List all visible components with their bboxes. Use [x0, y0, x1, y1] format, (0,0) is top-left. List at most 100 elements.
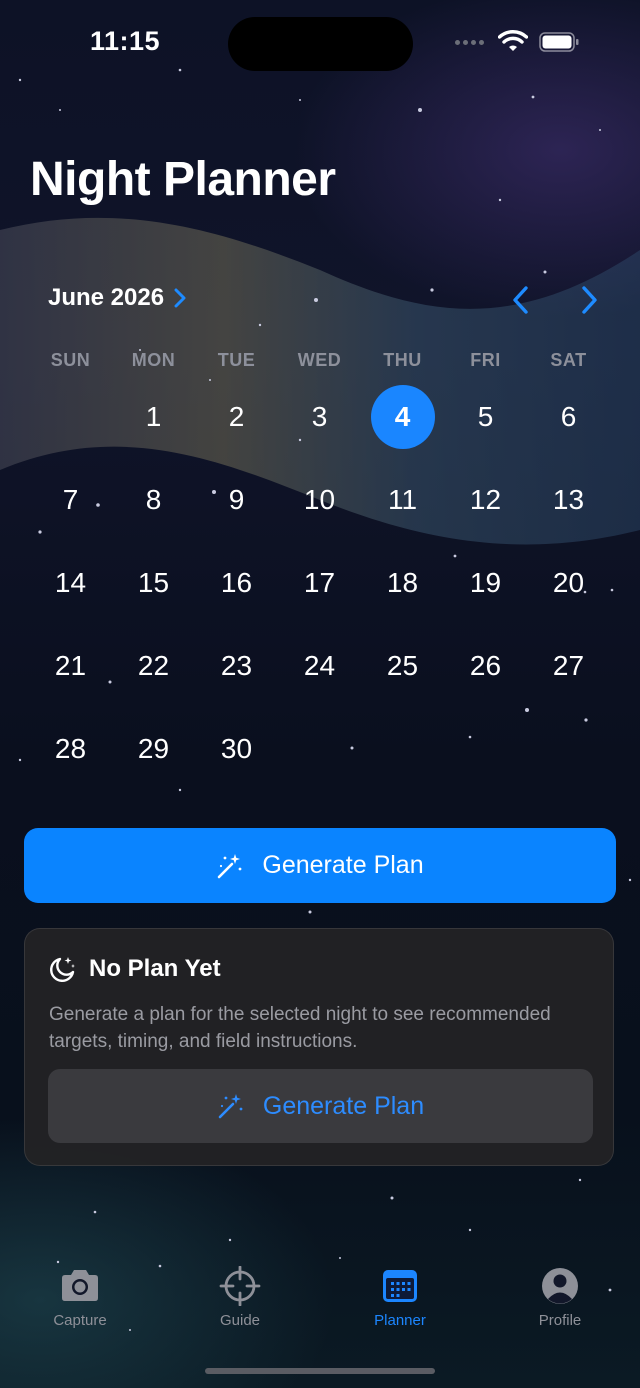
month-label: June 2026 [48, 284, 165, 311]
calendar-day[interactable]: 21 [29, 624, 112, 707]
calendar-day[interactable]: 14 [29, 541, 112, 624]
calendar-day-number: 9 [228, 483, 245, 515]
calendar-day-number: 14 [54, 566, 87, 598]
weekday-label: FRI [470, 350, 501, 370]
calendar-day-number: 29 [137, 732, 170, 764]
card-generate-plan-button[interactable]: Generate Plan [48, 1069, 593, 1143]
calendar-day[interactable]: 25 [361, 624, 444, 707]
calendar-day-number: 10 [303, 483, 336, 515]
calendar-day-number: 24 [303, 649, 336, 681]
calendar-day[interactable]: 16 [195, 541, 278, 624]
calendar-day[interactable]: 3 [278, 375, 361, 458]
calendar-day[interactable]: 26 [444, 624, 527, 707]
tab-label: Guide [219, 1312, 261, 1329]
calendar-day-grid: 1 2 3 4 5 6 7 8 9 10 11 12 13 14 15 16 17 18 19 20 21 22 23 24 2… [29, 375, 611, 790]
calendar-day-number: 22 [137, 649, 170, 681]
calendar-day-number: 27 [552, 649, 585, 681]
calendar-day[interactable]: 1 [112, 375, 195, 458]
calendar-day-number: 2 [228, 400, 245, 432]
calendar-day[interactable]: 29 [112, 707, 195, 790]
calendar-day-number: 20 [552, 566, 585, 598]
status-time: 11:15 [90, 26, 161, 56]
calendar-day-number: 4 [370, 384, 435, 449]
crosshair-icon [219, 1266, 261, 1306]
calendar-day[interactable]: 23 [195, 624, 278, 707]
calendar-day-number: 19 [469, 566, 502, 598]
no-plan-card: No Plan Yet Generate a plan for the sele… [24, 928, 614, 1166]
weekday-label: WED [297, 350, 342, 370]
card-generate-plan-label: Generate Plan [262, 1091, 425, 1120]
calendar-day[interactable]: 17 [278, 541, 361, 624]
previous-month-button[interactable] [504, 282, 540, 318]
generate-plan-label: Generate Plan [262, 851, 424, 879]
calendar-day[interactable]: 18 [361, 541, 444, 624]
magic-wand-icon [218, 853, 242, 878]
home-indicator [205, 1368, 435, 1374]
chevron-right-icon [174, 288, 186, 308]
calendar-day-number: 12 [469, 483, 502, 515]
dynamic-island [228, 17, 413, 71]
calendar-day-number: 17 [303, 566, 336, 598]
card-title: No Plan Yet [89, 955, 221, 982]
calendar-day[interactable]: 12 [444, 458, 527, 541]
calendar-day[interactable]: 11 [361, 458, 444, 541]
tab-label: Profile [538, 1312, 582, 1329]
calendar-day[interactable]: 2 [195, 375, 278, 458]
calendar-day-number: 25 [386, 649, 419, 681]
battery-icon [539, 32, 579, 52]
tab-profile[interactable]: Profile [480, 1266, 640, 1346]
calendar-day-number: 28 [54, 732, 87, 764]
chevron-right-icon [582, 286, 597, 314]
calendar-day[interactable]: 7 [29, 458, 112, 541]
calendar-day-number: 16 [220, 566, 253, 598]
tab-label: Planner [374, 1312, 426, 1329]
calendar-day-number: 26 [469, 649, 502, 681]
calendar-day[interactable]: 24 [278, 624, 361, 707]
calendar-day[interactable]: 27 [527, 624, 610, 707]
wifi-icon [498, 30, 528, 51]
calendar-day[interactable]: 28 [29, 707, 112, 790]
calendar-day[interactable]: 9 [195, 458, 278, 541]
chevron-left-icon [513, 286, 528, 314]
calendar-day[interactable]: 15 [112, 541, 195, 624]
calendar-day[interactable]: 5 [444, 375, 527, 458]
calendar-day-number: 6 [560, 400, 577, 432]
weekday-label: MON [131, 350, 176, 370]
tab-capture[interactable]: Capture [0, 1266, 160, 1346]
calendar-day-selected[interactable]: 4 [361, 375, 444, 458]
calendar-day[interactable]: 8 [112, 458, 195, 541]
next-month-button[interactable] [572, 282, 608, 318]
calendar-day[interactable]: 30 [195, 707, 278, 790]
cellular-signal-icon [455, 40, 484, 45]
calendar-day-number: 7 [62, 483, 79, 515]
month-picker-button[interactable]: June 2026 [48, 284, 186, 312]
weekday-label: THU [383, 350, 422, 370]
calendar-day-number: 13 [552, 483, 585, 515]
page-title: Night Planner [30, 153, 336, 206]
tab-label: Capture [53, 1312, 107, 1329]
calendar-day-number: 1 [145, 400, 162, 432]
calendar-day-number: 11 [387, 483, 418, 515]
calendar-day[interactable]: 20 [527, 541, 610, 624]
calendar-day[interactable]: 22 [112, 624, 195, 707]
tab-bar: Capture Guide Planner Profile [0, 1266, 640, 1346]
calendar-day-number: 3 [311, 400, 328, 432]
tab-guide[interactable]: Guide [160, 1266, 320, 1346]
moon-stars-icon [50, 957, 75, 982]
generate-plan-button[interactable]: Generate Plan [24, 828, 616, 903]
tab-planner[interactable]: Planner [320, 1266, 480, 1346]
calendar-day[interactable]: 13 [527, 458, 610, 541]
weekday-label: SUN [50, 350, 91, 370]
calendar-day-number: 30 [220, 732, 253, 764]
calendar-day[interactable]: 6 [527, 375, 610, 458]
calendar-day-number: 5 [477, 400, 494, 432]
calendar-day-number: 23 [220, 649, 253, 681]
weekday-header-row: SUN MON TUE WED THU FRI SAT [29, 350, 611, 371]
person-circle-icon [542, 1268, 578, 1304]
calendar-day-number: 15 [137, 566, 170, 598]
camera-icon [62, 1270, 98, 1301]
calendar-icon [383, 1270, 417, 1302]
calendar-day-number: 8 [145, 483, 162, 515]
calendar-day[interactable]: 19 [444, 541, 527, 624]
calendar-day[interactable]: 10 [278, 458, 361, 541]
